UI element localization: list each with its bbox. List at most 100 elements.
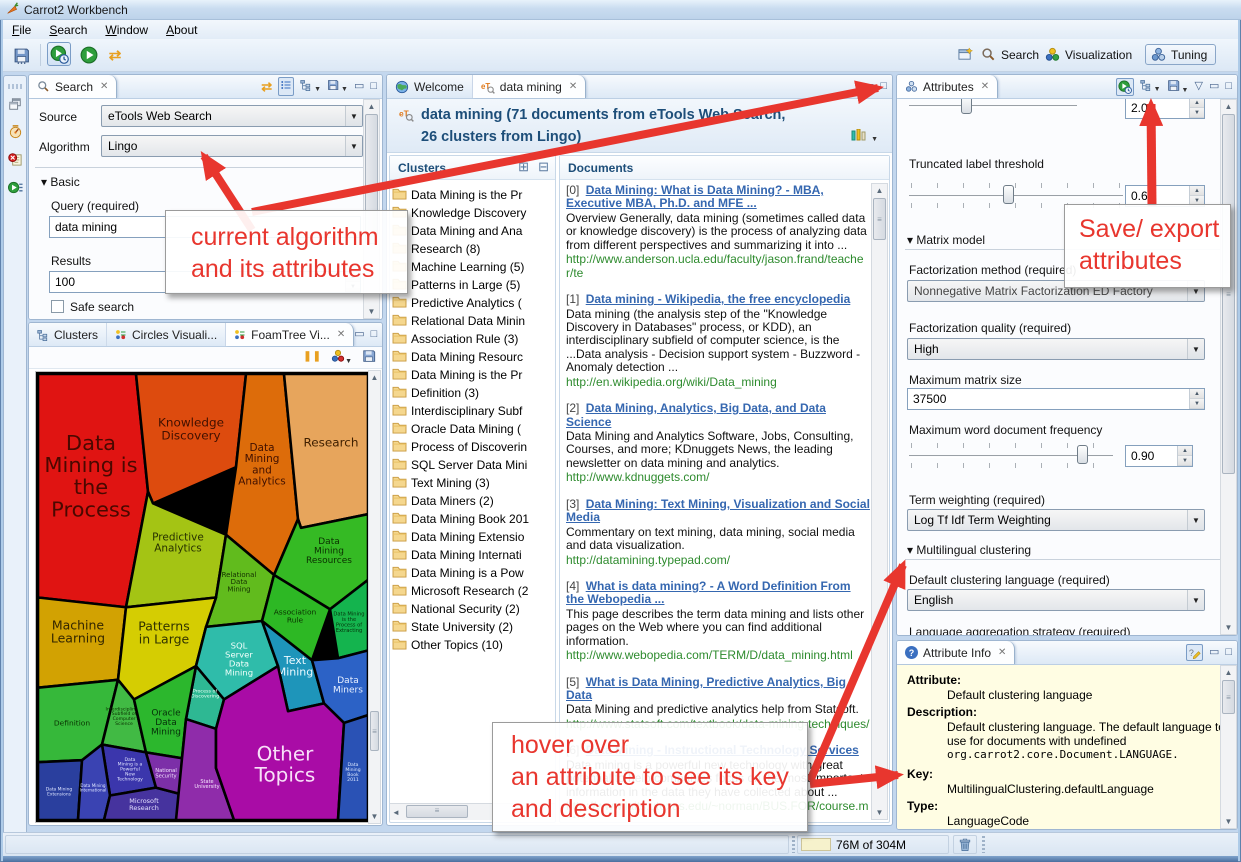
cluster-item[interactable]: Patterns in Large (5) [392, 276, 553, 294]
cluster-item[interactable]: State University (2) [392, 618, 553, 636]
title-bar[interactable]: Carrot2 Workbench [0, 0, 1241, 20]
cluster-item[interactable]: SQL Server Data Mini [392, 456, 553, 474]
tab-welcome[interactable]: Welcome [387, 75, 473, 98]
source-combo[interactable]: eTools Web Search▼ [101, 105, 363, 127]
foamtree-cell-research[interactable] [284, 374, 368, 528]
close-icon[interactable]: ✕ [337, 329, 345, 340]
save-image-icon[interactable] [362, 349, 376, 368]
cluster-item[interactable]: Data Mining is the Pr [392, 186, 553, 204]
minimize-icon[interactable]: ▭ [1209, 647, 1219, 658]
cluster-item[interactable]: Other Topics (10) [392, 636, 553, 654]
document-title-link[interactable]: What is data mining? - A Word Definition… [566, 579, 851, 606]
close-icon[interactable]: ✕ [981, 81, 989, 92]
document-url[interactable]: http://www.webopedia.com/TERM/D/data_min… [566, 649, 870, 662]
cluster-item[interactable]: Data Mining Book 201 [392, 510, 553, 528]
process-button[interactable] [77, 43, 101, 67]
minimize-icon[interactable]: ▭ [1209, 81, 1219, 92]
slider-thumb[interactable] [961, 99, 972, 114]
cluster-item[interactable]: Oracle Data Mining ( [392, 420, 553, 438]
top-spinner[interactable]: 2.00▲▼ [1125, 99, 1205, 119]
matrix-model-section-header[interactable]: ▾ Matrix model [907, 233, 985, 247]
maximize-icon[interactable]: □ [1225, 81, 1232, 92]
menu-search[interactable]: Search [40, 21, 96, 39]
save-state-icon[interactable]: ▼ [327, 79, 348, 94]
attribute-info-scrollbar[interactable]: ▲ ≡ ▼ [1220, 665, 1237, 829]
max-word-doc-freq-spinner[interactable]: 0.90▲▼ [1125, 445, 1193, 467]
cluster-item[interactable]: Predictive Analytics ( [392, 294, 553, 312]
document-url[interactable]: http://www.kdnuggets.com/ [566, 471, 870, 484]
tuning-perspective-button[interactable]: Tuning [1145, 44, 1216, 65]
restart-processing-icon[interactable]: ⇄ [103, 43, 127, 67]
maximize-icon[interactable]: □ [1225, 647, 1232, 658]
cluster-item[interactable]: Definition (3) [392, 384, 553, 402]
slider-track[interactable] [909, 105, 1077, 108]
relayout-icon[interactable]: ▼ [331, 349, 352, 368]
tab-data-mining-result[interactable]: eT data mining✕ [473, 75, 586, 98]
cluster-item[interactable]: Process of Discoverin [392, 438, 553, 456]
cluster-item[interactable]: Text Mining (3) [392, 474, 553, 492]
save-button[interactable] [9, 43, 33, 67]
cluster-item[interactable]: Data Mining Internati [392, 546, 553, 564]
close-icon[interactable]: ✕ [100, 81, 108, 92]
term-weighting-combo[interactable]: Log Tf Idf Term Weighting▼ [907, 509, 1205, 531]
maximize-icon[interactable]: □ [370, 81, 377, 92]
document-title-link[interactable]: Data Mining: Text Mining, Visualization … [566, 497, 870, 524]
simple-layout-icon[interactable] [278, 77, 294, 96]
expand-all-icon[interactable]: ⊞ [518, 159, 529, 175]
cluster-item[interactable]: National Security (2) [392, 600, 553, 618]
processing-list-view-icon[interactable] [8, 180, 23, 200]
cluster-tree[interactable]: Data Mining is the PrKnowledge Discovery… [392, 186, 553, 800]
layout-switch-icon[interactable]: ▼ [851, 128, 878, 146]
cluster-item[interactable]: Association Rule (3) [392, 330, 553, 348]
close-icon[interactable]: ✕ [569, 81, 577, 92]
menu-about[interactable]: About [157, 21, 206, 39]
pause-animation-icon[interactable]: ❚❚ [303, 351, 322, 362]
cluster-item[interactable]: Knowledge Discovery [392, 204, 553, 222]
cluster-item[interactable]: Data Mining is the Pr [392, 366, 553, 384]
tab-attribute-info[interactable]: ? Attribute Info✕ [897, 641, 1015, 664]
excluded-documents-view-icon[interactable] [8, 152, 23, 172]
live-update-toggle-icon[interactable] [1116, 78, 1134, 96]
minimize-icon[interactable]: ▭ [354, 329, 364, 340]
maximize-icon[interactable]: □ [880, 81, 887, 92]
swap-source-icon[interactable]: ⇄ [261, 79, 272, 95]
document-title-link[interactable]: Data Mining: What is Data Mining? - MBA,… [566, 184, 824, 210]
tab-circles-visualization[interactable]: Circles Visuali... [107, 323, 226, 346]
foamtree-scrollbar[interactable]: ▲ ≡ ▼ [368, 370, 381, 824]
cluster-item[interactable]: Data Miners (2) [392, 492, 553, 510]
minimize-icon[interactable]: ▭ [354, 81, 364, 92]
open-perspective-button[interactable] [958, 47, 973, 62]
cluster-item[interactable]: Data Mining is a Pow [392, 564, 553, 582]
maximum-matrix-size-spinner[interactable]: 37500▲▼ [907, 388, 1205, 410]
multilingual-clustering-section-header[interactable]: ▾ Multilingual clustering [907, 543, 1031, 557]
slider-track[interactable] [909, 195, 1123, 198]
cluster-item[interactable]: Relational Data Minin [392, 312, 553, 330]
collapse-all-icon[interactable]: ⊟ [538, 159, 549, 175]
foamtree-visualization[interactable]: DataMining istheProcessKnowledgeDiscover… [36, 372, 370, 822]
cluster-item[interactable]: Data Mining Extensio [392, 528, 553, 546]
visualization-perspective-button[interactable]: Visualization [1045, 47, 1132, 62]
cluster-item[interactable]: Machine Learning (5) [392, 258, 553, 276]
save-attributes-icon[interactable]: ▼ [1167, 79, 1189, 95]
document-url[interactable]: http://www.anderson.ucla.edu/faculty/jas… [566, 253, 870, 280]
view-menu-icon[interactable]: ▽ [1194, 81, 1202, 92]
minimize-icon[interactable]: ▭ [864, 81, 874, 92]
document-title-link[interactable]: Data mining - Wikipedia, the free encycl… [586, 292, 851, 306]
process-live-update-button[interactable] [47, 42, 71, 66]
default-clustering-language-combo[interactable]: English▼ [907, 589, 1205, 611]
menu-file[interactable]: File [3, 21, 40, 39]
cluster-item[interactable]: Interdisciplinary Subf [392, 402, 553, 420]
document-url[interactable]: http://datamining.typepad.com/ [566, 554, 870, 567]
factorization-quality-combo[interactable]: High▼ [907, 338, 1205, 360]
heap-status[interactable]: 76M of 304M [797, 835, 949, 854]
attributes-scrollbar[interactable]: ▲ ≡ ▼ [1220, 99, 1237, 635]
search-perspective-button[interactable]: Search [981, 47, 1039, 62]
documents-scrollbar[interactable]: ▲ ≡ ▼ [871, 183, 888, 820]
tab-search[interactable]: Search✕ [29, 75, 117, 98]
benchmark-view-icon[interactable] [8, 124, 23, 144]
cluster-item[interactable]: Microsoft Research (2 [392, 582, 553, 600]
cluster-item[interactable]: Data Mining and Ana [392, 222, 553, 240]
document-url[interactable]: http://en.wikipedia.org/wiki/Data_mining [566, 376, 870, 389]
fast-view-grip[interactable] [8, 84, 22, 89]
tree-layout-icon[interactable]: ▼ [300, 79, 321, 94]
